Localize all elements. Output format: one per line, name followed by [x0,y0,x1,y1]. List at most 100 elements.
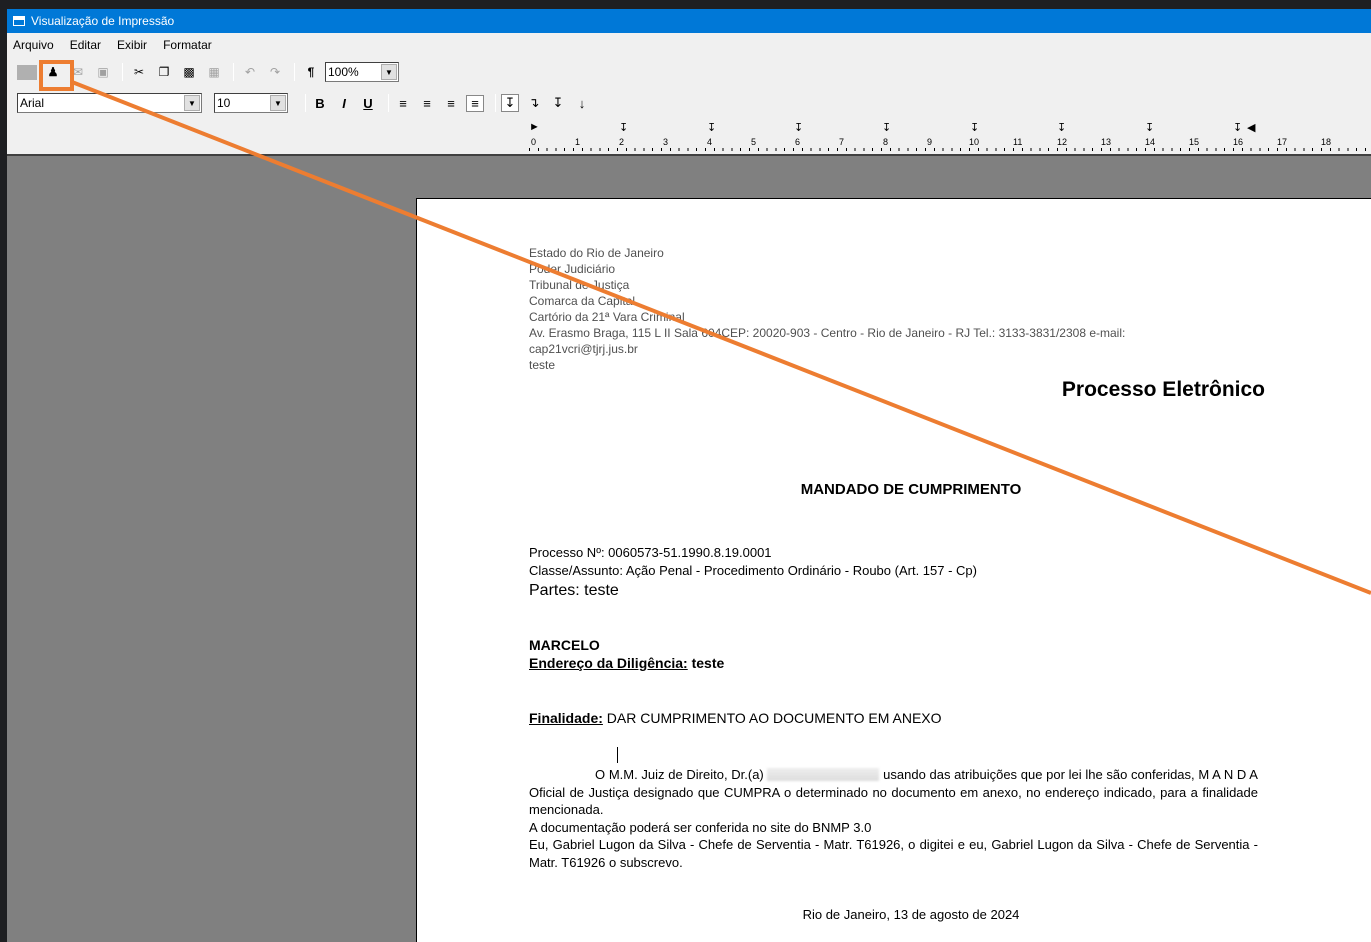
cut-icon[interactable]: ✂ [128,62,150,82]
finalidade-line: Finalidade: DAR CUMPRIMENTO AO DOCUMENTO… [529,710,942,726]
document-page[interactable]: Estado do Rio de Janeiro Poder Judiciári… [416,198,1371,942]
ruler-label: 14 [1145,137,1156,147]
bold-button[interactable]: B [311,96,329,111]
tab-stop-icon[interactable]: ↧ [707,121,716,134]
ruler-label: 9 [927,137,933,147]
tab-stops: ► ↧ ↧ ↧ ↧ ↧ ↧ ↧ ↧ ◀ [7,121,1371,135]
menu-editar[interactable]: Editar [70,38,101,52]
tab-stop-icon[interactable]: ↧ [1145,121,1154,134]
chevron-down-icon[interactable]: ▼ [270,95,286,111]
font-select[interactable]: Arial ▼ [17,93,202,113]
pilcrow-icon[interactable]: ¶ [300,62,322,82]
redacted-name [767,768,880,781]
mail-icon[interactable]: ✉ [67,62,89,82]
ruler[interactable]: 0 1 2 3 4 5 6 7 8 9 10 11 12 13 14 15 16… [529,135,1371,151]
align-right-icon[interactable]: ≡ [442,96,460,111]
align-left-icon[interactable]: ≡ [394,96,412,111]
ruler-area: ► ↧ ↧ ↧ ↧ ↧ ↧ ↧ ↧ ◀ 0 1 2 3 4 5 6 7 8 9 … [7,113,1371,155]
ruler-label: 15 [1189,137,1200,147]
ruler-label: 7 [839,137,845,147]
tab-decimal-icon[interactable]: ↓ [573,96,591,111]
tab-stop-icon[interactable]: ↧ [1233,121,1242,134]
finalidade-label: Finalidade: [529,710,603,726]
ruler-label: 0 [531,137,537,147]
header-line: cap21vcri@tjrj.jus.br [529,342,638,356]
standard-toolbar: ♟ ✉ ▣ ✂ ❐ ▩ ▦ ↶ ↷ ¶ 100% ▼ [7,60,1371,84]
ruler-label: 2 [619,137,625,147]
window-title: Visualização de Impressão [31,14,175,28]
ruler-label: 17 [1277,137,1288,147]
endereco-label: Endereço da Diligência: [529,655,688,671]
export-icon[interactable]: ▣ [92,62,114,82]
ruler-label: 12 [1057,137,1068,147]
print-preview-window: Visualização de Impressão Arquivo Editar… [7,9,1371,942]
tab-stop-icon[interactable]: ↧ [619,121,628,134]
paragraph: O M.M. Juiz de Direito, Dr.(a) usando da… [529,766,1258,819]
tab-stop-icon[interactable]: ↧ [970,121,979,134]
font-size-select[interactable]: 10 ▼ [214,93,288,113]
header-line: teste [529,358,556,372]
finalidade-value: DAR CUMPRIMENTO AO DOCUMENTO EM ANEXO [602,710,942,726]
chevron-down-icon[interactable]: ▼ [381,64,397,80]
ruler-label: 1 [575,137,581,147]
process-info: Processo Nº: 0060573-51.1990.8.19.0001 C… [529,544,977,580]
header-line: Tribunal de Justiça [529,278,630,292]
ruler-label: 4 [707,137,713,147]
align-center-icon[interactable]: ≡ [418,96,436,111]
document-header: Estado do Rio de Janeiro Poder Judiciári… [529,245,1269,373]
chevron-down-icon[interactable]: ▼ [184,95,200,111]
title-bar: Visualização de Impressão [7,9,1371,33]
text-caret [617,747,618,763]
partes: Partes: teste [529,582,619,599]
header-line: Av. Erasmo Braga, 115 L II Sala 604CEP: … [529,326,1126,340]
tab-stop-icon[interactable]: ↧ [794,121,803,134]
endereco-line: Endereço da Diligência: teste [529,655,724,671]
header-line: Estado do Rio de Janeiro [529,246,664,260]
party-name: MARCELO [529,637,600,653]
format-painter-icon[interactable]: ▦ [203,62,225,82]
tab-stop-icon[interactable]: ↧ [882,121,891,134]
tab-center-icon[interactable]: ↴ [525,95,543,111]
ruler-label: 16 [1233,137,1244,147]
justify-icon[interactable]: ≡ [466,94,484,112]
zoom-select[interactable]: 100% ▼ [325,62,399,82]
ruler-label: 18 [1321,137,1332,147]
menu-bar: Arquivo Editar Exibir Formatar [7,35,1371,55]
menu-exibir[interactable]: Exibir [117,38,147,52]
document-title: Processo Eletrônico [1061,378,1265,401]
paste-icon[interactable]: ▩ [178,62,200,82]
italic-button[interactable]: I [335,96,353,111]
paragraph-text: O M.M. Juiz de Direito, Dr.(a) [595,767,764,782]
classe-assunto: Classe/Assunto: Ação Penal - Procediment… [529,563,977,578]
ruler-label: 5 [751,137,757,147]
preview-area[interactable]: Estado do Rio de Janeiro Poder Judiciári… [7,154,1371,942]
ruler-label: 13 [1101,137,1112,147]
right-indent-icon[interactable]: ◀ [1247,121,1255,134]
ruler-label: 3 [663,137,669,147]
document-subtitle: MANDADO DE CUMPRIMENTO [800,481,1022,498]
paragraph: Eu, Gabriel Lugon da Silva - Chefe de Se… [529,837,1258,870]
disabled-button [17,64,37,80]
header-line: Comarca da Capital [529,294,636,308]
body-text: O M.M. Juiz de Direito, Dr.(a) usando da… [529,766,1258,871]
undo-icon[interactable]: ↶ [239,62,261,82]
tab-left-icon[interactable]: ↧ [501,94,519,112]
endereco-value: teste [687,655,725,671]
tab-right-icon[interactable]: ↧ [549,95,567,111]
header-line: Cartório da 21ª Vara Criminal [529,310,685,324]
date-line: Rio de Janeiro, 13 de agosto de 2024 [802,907,1020,922]
zoom-value: 100% [328,65,359,79]
copy-icon[interactable]: ❐ [153,62,175,82]
ruler-label: 8 [883,137,889,147]
font-value: Arial [20,96,45,110]
paragraph: A documentação poderá ser conferida no s… [529,819,872,835]
indent-marker-icon[interactable]: ► [529,121,540,133]
menu-formatar[interactable]: Formatar [163,38,212,52]
redo-icon[interactable]: ↷ [264,62,286,82]
menu-arquivo[interactable]: Arquivo [13,38,54,52]
user-icon[interactable]: ♟ [42,62,64,82]
processo-number: Processo Nº: 0060573-51.1990.8.19.0001 [529,545,772,560]
tab-stop-icon[interactable]: ↧ [1057,121,1066,134]
window-icon [13,16,25,26]
underline-button[interactable]: U [359,96,377,111]
